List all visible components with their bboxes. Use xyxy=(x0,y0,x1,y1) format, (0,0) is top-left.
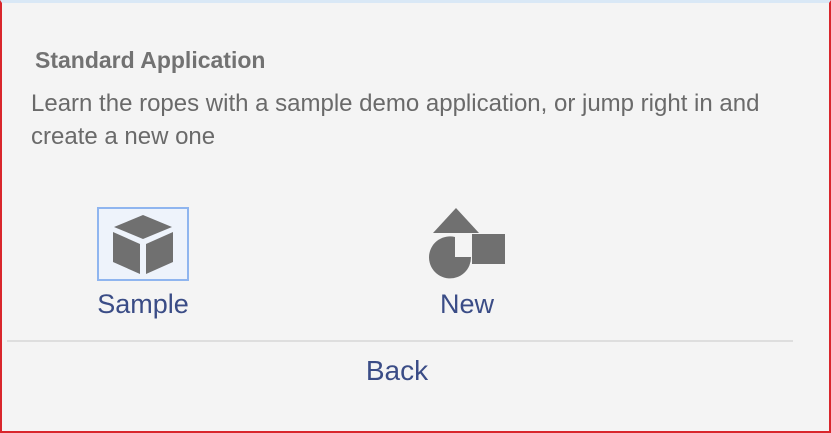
footer-divider xyxy=(7,340,793,342)
cube-icon xyxy=(113,215,173,274)
new-option[interactable]: New xyxy=(392,207,542,320)
new-icon-box[interactable] xyxy=(421,207,513,281)
back-button[interactable]: Back xyxy=(2,355,792,387)
new-label[interactable]: New xyxy=(392,289,542,320)
sample-option[interactable]: Sample xyxy=(68,207,218,320)
section-title: Standard Application xyxy=(35,47,266,73)
shapes-icon xyxy=(429,208,505,279)
section-description: Learn the ropes with a sample demo appli… xyxy=(31,90,760,150)
standard-application-dialog: Standard Application Learn the ropes wit… xyxy=(0,0,831,433)
sample-focus-box[interactable] xyxy=(97,207,189,281)
sample-label[interactable]: Sample xyxy=(68,289,218,320)
